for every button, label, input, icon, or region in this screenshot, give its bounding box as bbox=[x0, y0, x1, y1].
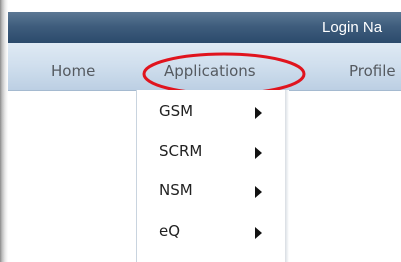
login-name-label: Login Na bbox=[322, 19, 383, 36]
submenu-arrow-icon bbox=[255, 186, 262, 198]
nav-item-home[interactable]: Home bbox=[51, 62, 95, 80]
menu-item-label: GSM bbox=[159, 102, 194, 120]
nav-item-profile[interactable]: Profile bbox=[349, 62, 396, 80]
dropdown-shadow bbox=[285, 90, 289, 262]
page: Login Na Home Applications Profile GSM S… bbox=[0, 0, 401, 262]
menu-item-label: SCRM bbox=[159, 142, 203, 160]
menu-item-nsm[interactable]: NSM bbox=[137, 175, 285, 209]
menu-item-scrm[interactable]: SCRM bbox=[137, 136, 285, 170]
menu-item-gsm[interactable]: GSM bbox=[137, 96, 285, 130]
menu-item-eq[interactable]: eQ bbox=[137, 216, 285, 250]
menu-item-label: NSM bbox=[159, 181, 193, 199]
submenu-arrow-icon bbox=[255, 107, 262, 119]
window-left-border bbox=[0, 0, 8, 262]
menu-item-label: eQ bbox=[159, 222, 181, 240]
submenu-arrow-icon bbox=[255, 227, 262, 239]
submenu-arrow-icon bbox=[255, 147, 262, 159]
applications-dropdown-menu: GSM SCRM NSM eQ bbox=[136, 90, 286, 262]
